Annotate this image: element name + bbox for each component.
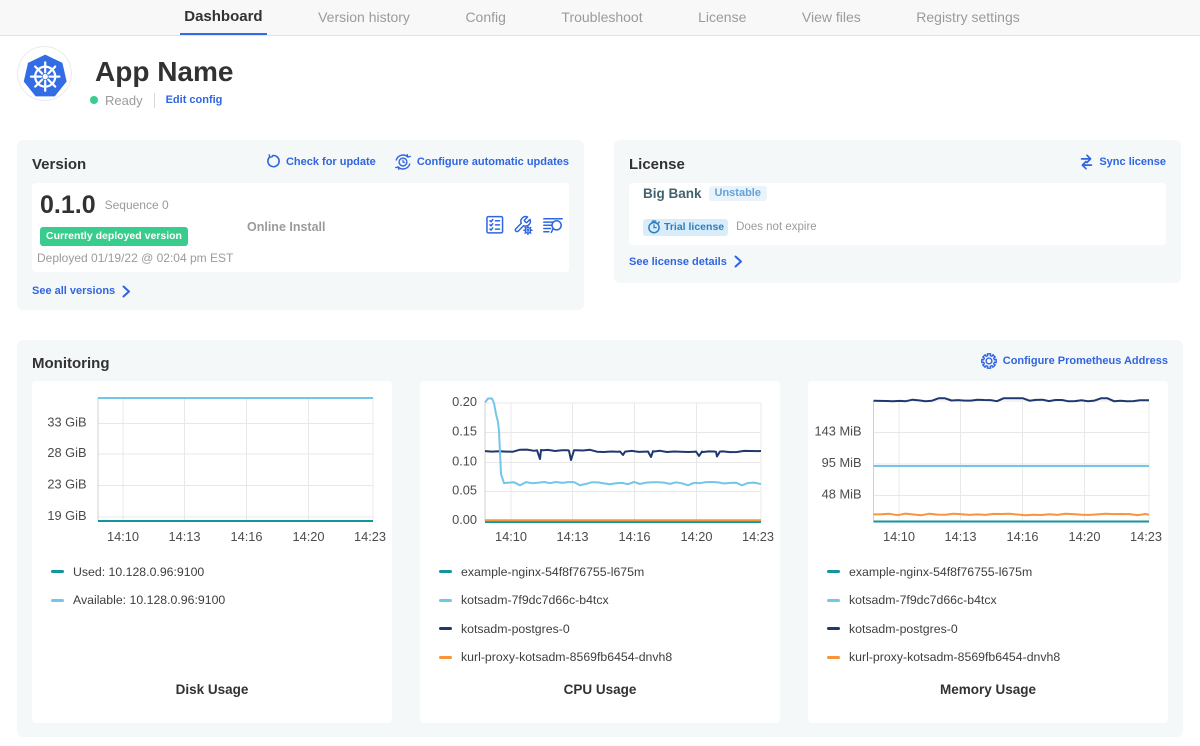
- svg-text:14:23: 14:23: [1130, 529, 1162, 544]
- svg-text:14:20: 14:20: [680, 529, 712, 544]
- svg-text:23 GiB: 23 GiB: [47, 477, 86, 492]
- svg-text:0.00: 0.00: [452, 512, 477, 527]
- svg-text:28 GiB: 28 GiB: [47, 445, 86, 460]
- svg-text:14:10: 14:10: [883, 529, 915, 544]
- svg-text:19 GiB: 19 GiB: [47, 508, 86, 523]
- svg-text:48 MiB: 48 MiB: [822, 487, 862, 502]
- svg-text:33 GiB: 33 GiB: [47, 415, 86, 430]
- svg-text:0.05: 0.05: [452, 483, 477, 498]
- svg-text:14:16: 14:16: [1006, 529, 1038, 544]
- svg-text:0.15: 0.15: [452, 424, 477, 439]
- svg-text:14:16: 14:16: [618, 529, 650, 544]
- svg-text:14:16: 14:16: [230, 529, 262, 544]
- svg-text:95 MiB: 95 MiB: [822, 455, 862, 470]
- svg-text:14:23: 14:23: [354, 529, 386, 544]
- svg-text:14:13: 14:13: [556, 529, 588, 544]
- svg-text:0.20: 0.20: [452, 394, 477, 409]
- svg-text:14:10: 14:10: [107, 529, 139, 544]
- svg-text:0.10: 0.10: [452, 454, 477, 469]
- svg-text:14:20: 14:20: [1068, 529, 1100, 544]
- svg-text:14:23: 14:23: [742, 529, 774, 544]
- svg-text:14:20: 14:20: [292, 529, 324, 544]
- svg-text:14:13: 14:13: [168, 529, 200, 544]
- svg-text:14:13: 14:13: [944, 529, 976, 544]
- svg-text:143 MiB: 143 MiB: [815, 424, 862, 439]
- svg-text:14:10: 14:10: [495, 529, 527, 544]
